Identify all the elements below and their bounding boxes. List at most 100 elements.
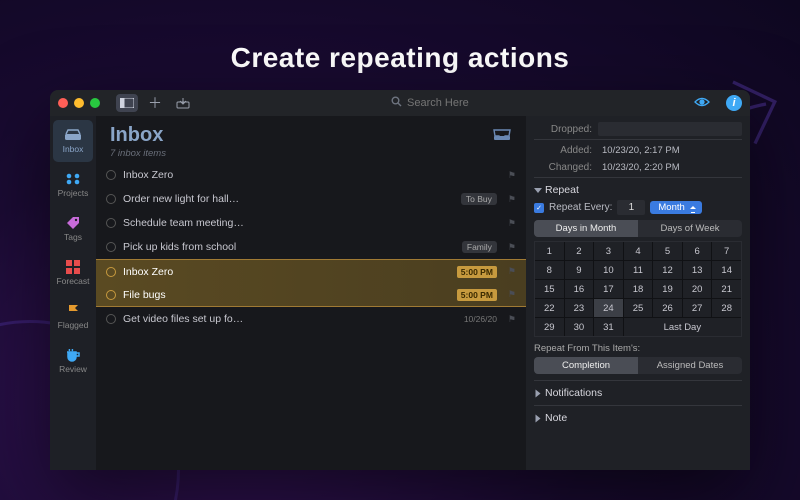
flag-icon[interactable]: ⚑ [508,242,516,253]
day-cell[interactable]: 12 [653,261,682,279]
day-cell[interactable]: 20 [683,280,712,298]
task-title: Get video files set up fo… [123,313,457,325]
task-row[interactable]: Order new light for hall… To Buy ⚑ [96,187,526,211]
month-day-picker[interactable]: 1234567891011121314151617181920212223242… [534,241,742,337]
sidebar-item-label: Projects [58,188,89,198]
sidebar-item-flagged[interactable]: Flagged [53,296,93,338]
minimize-icon[interactable] [74,98,84,108]
repeat-checkbox[interactable]: ✓ [534,203,544,213]
new-action-button[interactable]: ＋ [144,94,166,112]
flag-icon[interactable]: ⚑ [508,218,516,229]
tag-badge[interactable]: Family [462,241,497,253]
search-input[interactable] [407,97,497,109]
sidebar-item-label: Inbox [63,144,84,154]
day-cell[interactable]: 21 [712,280,741,298]
task-list-pane: Inbox 7 inbox items Inbox Zero⚑ Order ne… [96,116,526,470]
flag-icon[interactable]: ⚑ [508,314,516,325]
close-icon[interactable] [58,98,68,108]
page-banner: Create repeating actions [0,42,800,74]
day-cell[interactable]: 3 [594,242,623,260]
day-cell[interactable]: 17 [594,280,623,298]
task-row[interactable]: File bugs5:00 PM⚑ [96,283,526,307]
task-row[interactable]: Inbox Zero ⚑ [96,163,526,187]
day-cell[interactable]: 23 [565,299,594,317]
tag-badge[interactable]: To Buy [461,193,497,205]
complete-checkbox[interactable] [106,267,116,277]
repeat-from-segmented[interactable]: Completion Assigned Dates [534,357,742,374]
day-cell[interactable]: 22 [535,299,564,317]
complete-checkbox[interactable] [106,242,116,252]
seg-days-in-month[interactable]: Days in Month [534,220,638,237]
day-cell[interactable]: 8 [535,261,564,279]
sidebar-item-forecast[interactable]: Forecast [53,252,93,294]
added-value: 10/23/20, 2:17 PM [598,143,742,157]
zoom-icon[interactable] [90,98,100,108]
sidebar-item-projects[interactable]: Projects [53,164,93,206]
sidebar-item-tags[interactable]: Tags [53,208,93,250]
repeat-interval-field[interactable] [617,200,645,215]
task-title: Inbox Zero [123,169,497,181]
task-row[interactable]: Pick up kids from schoolFamily⚑ [96,235,526,259]
day-cell[interactable]: 15 [535,280,564,298]
day-cell[interactable]: 16 [565,280,594,298]
day-cell[interactable]: 7 [712,242,741,260]
day-cell[interactable]: 19 [653,280,682,298]
quick-entry-button[interactable] [172,94,194,112]
complete-checkbox[interactable] [106,290,116,300]
repeat-section-header[interactable]: Repeat [534,184,742,196]
day-cell[interactable]: 18 [624,280,653,298]
day-cell[interactable]: 27 [683,299,712,317]
day-cell[interactable]: 25 [624,299,653,317]
complete-checkbox[interactable] [106,170,116,180]
titlebar: ＋ i [50,90,750,116]
task-row[interactable]: Inbox Zero5:00 PM⚑ [96,259,526,283]
toggle-sidebar-button[interactable] [116,94,138,112]
task-title: Inbox Zero [123,266,450,278]
last-day-cell[interactable]: Last Day [624,318,741,336]
repeat-unit-select[interactable]: Month [650,201,701,214]
perspective-title: Inbox [110,124,166,147]
sidebar-item-review[interactable]: Review [53,340,93,382]
day-cell[interactable]: 6 [683,242,712,260]
day-cell[interactable]: 13 [683,261,712,279]
seg-completion[interactable]: Completion [534,357,638,374]
day-cell[interactable]: 9 [565,261,594,279]
complete-checkbox[interactable] [106,194,116,204]
repeat-mode-segmented[interactable]: Days in Month Days of Week [534,220,742,237]
cup-icon [64,348,82,362]
flag-icon[interactable]: ⚑ [508,170,516,181]
day-cell[interactable]: 2 [565,242,594,260]
sidebar-item-label: Tags [64,232,82,242]
flag-icon[interactable]: ⚑ [508,194,516,205]
sidebar-item-inbox[interactable]: Inbox [53,120,93,162]
complete-checkbox[interactable] [106,218,116,228]
day-cell[interactable]: 28 [712,299,741,317]
day-cell[interactable]: 11 [624,261,653,279]
dropped-field[interactable] [598,122,742,136]
note-section-header[interactable]: Note [534,412,742,424]
day-cell[interactable]: 30 [565,318,594,336]
day-cell[interactable]: 5 [653,242,682,260]
day-cell[interactable]: 26 [653,299,682,317]
clusters-icon [64,172,82,186]
task-row[interactable]: Schedule team meeting… ⚑ [96,211,526,235]
day-cell[interactable]: 31 [594,318,623,336]
inbox-icon [492,128,512,145]
flag-icon[interactable]: ⚑ [508,289,516,300]
task-title: Order new light for hall… [123,193,454,205]
day-cell[interactable]: 29 [535,318,564,336]
seg-days-of-week[interactable]: Days of Week [638,220,742,237]
day-cell[interactable]: 14 [712,261,741,279]
notifications-section-header[interactable]: Notifications [534,387,742,399]
day-cell[interactable]: 10 [594,261,623,279]
task-row[interactable]: Get video files set up fo…10/26/20⚑ [96,307,526,331]
task-title: Schedule team meeting… [123,217,497,229]
flag-icon[interactable]: ⚑ [508,266,516,277]
inspector-toggle-button[interactable]: i [726,95,742,111]
complete-checkbox[interactable] [106,314,116,324]
day-cell[interactable]: 4 [624,242,653,260]
day-cell[interactable]: 24 [594,299,623,317]
view-options-button[interactable] [694,97,710,110]
seg-assigned-dates[interactable]: Assigned Dates [638,357,742,374]
day-cell[interactable]: 1 [535,242,564,260]
